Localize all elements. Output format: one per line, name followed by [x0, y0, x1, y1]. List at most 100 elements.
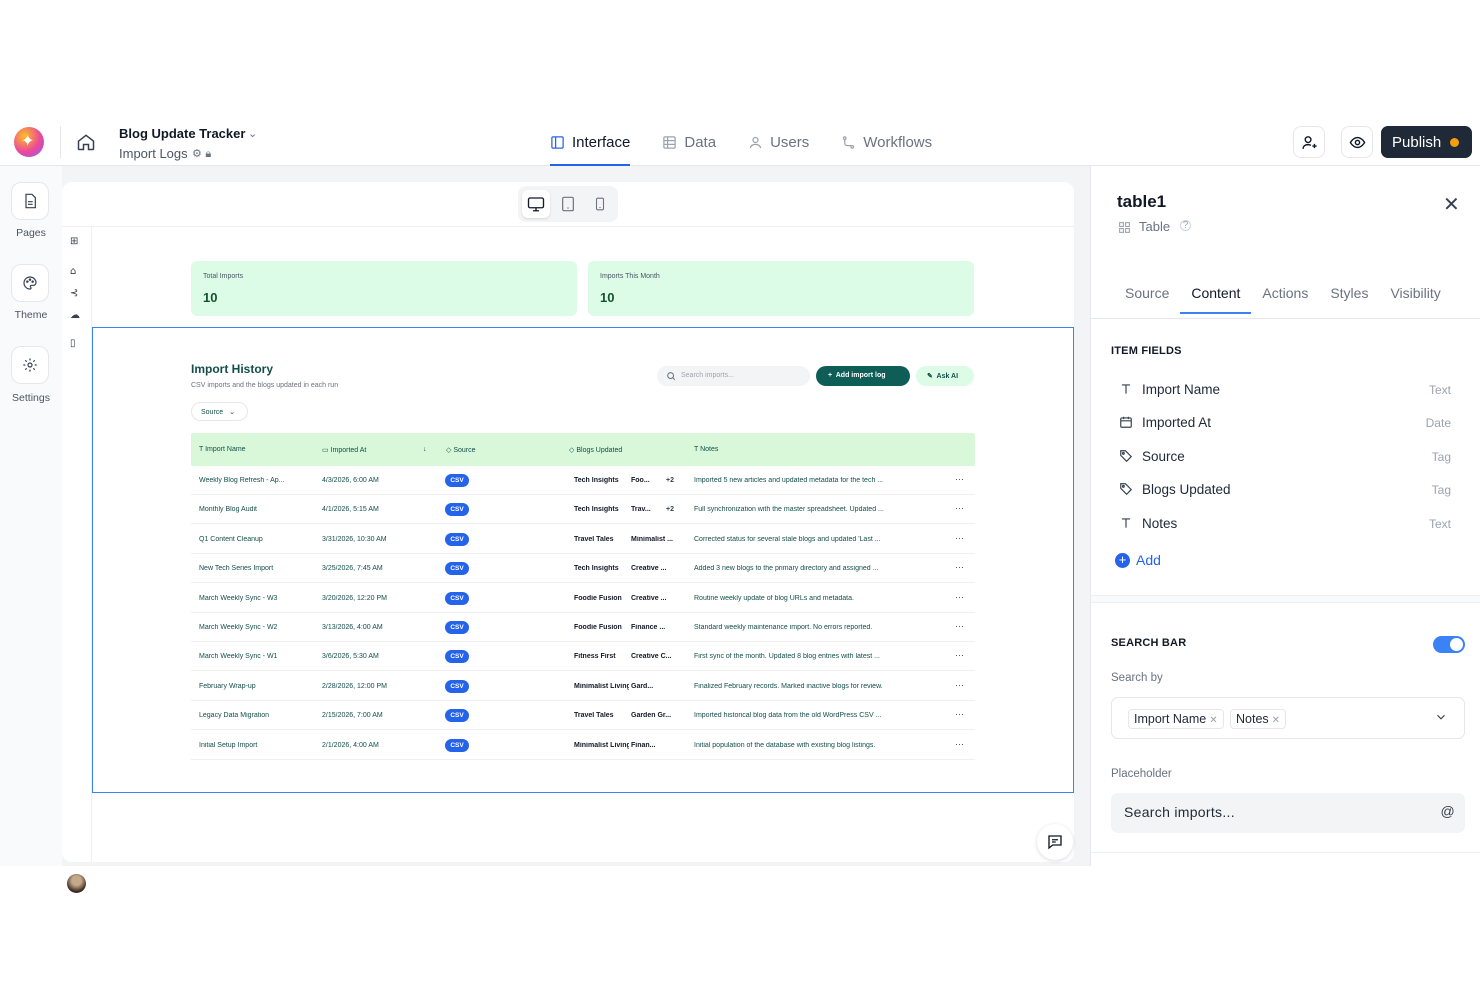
tab-actions[interactable]: Actions — [1251, 270, 1319, 314]
stat-card-total-imports: Total Imports 10 — [191, 261, 577, 316]
column-header-notes[interactable]: T Notes — [694, 446, 718, 453]
table-row[interactable]: New Tech Series Import 3/25/2026, 7:45 AM… — [191, 554, 975, 584]
column-header-blogs-updated[interactable]: ◇ Blogs Updated — [569, 446, 622, 454]
stat-value: 10 — [203, 290, 218, 305]
tablet-view-button[interactable] — [554, 190, 582, 218]
ask-ai-button[interactable]: ✎ Ask AI — [916, 366, 974, 386]
help-icon[interactable]: ? — [1180, 220, 1191, 231]
page-name[interactable]: Import Logs — [119, 146, 188, 161]
home-icon[interactable] — [76, 132, 98, 154]
table-row[interactable]: March Weekly Sync - W1 3/6/2026, 5:30 AM C… — [191, 642, 975, 672]
blog-tag: Finan... — [631, 741, 656, 749]
table-row[interactable]: Legacy Data Migration 2/15/2026, 7:00 AM C… — [191, 701, 975, 731]
more-options-icon[interactable]: ··· — [955, 621, 964, 631]
search-bar-toggle[interactable] — [1433, 636, 1465, 653]
item-fields-heading: ITEM FIELDS — [1111, 345, 1182, 357]
chip-label: Notes — [1236, 712, 1269, 726]
gear-icon[interactable]: ⚙ — [192, 147, 202, 160]
field-name: Imported At — [1142, 415, 1212, 430]
cell-import-name: Initial Setup Import — [199, 741, 258, 749]
app-name[interactable]: Blog Update Tracker — [119, 126, 245, 141]
tab-data[interactable]: Data — [662, 118, 716, 166]
at-icon[interactable]: @ — [1440, 803, 1455, 819]
stat-card-imports-this-month: Imports This Month 10 — [588, 261, 974, 316]
item-field-blogs-updated[interactable]: Blogs Updated Tag — [1119, 478, 1451, 502]
more-options-icon[interactable]: ··· — [955, 709, 964, 719]
table-row[interactable]: Monthly Blog Audit 4/1/2026, 5:15 AM CSV Te… — [191, 495, 975, 525]
source-filter[interactable]: Source ⌄ — [191, 402, 248, 421]
close-icon[interactable]: ✕ — [1443, 192, 1460, 217]
mobile-view-button[interactable] — [586, 190, 614, 218]
add-field-button[interactable]: + Add — [1115, 552, 1161, 568]
comments-button[interactable] — [1037, 824, 1073, 860]
panel-tabs: Source Content Actions Styles Visibility — [1114, 270, 1452, 314]
tab-visibility[interactable]: Visibility — [1379, 270, 1451, 314]
remove-icon[interactable]: ✕ — [1209, 715, 1217, 726]
table-search-input[interactable]: Search imports... — [657, 366, 810, 386]
item-field-notes[interactable]: Notes Text — [1119, 512, 1451, 536]
table-row[interactable]: February Wrap-up 2/28/2026, 12:00 PM CSV Mi… — [191, 672, 975, 701]
add-import-log-button[interactable]: + Add import log — [816, 366, 910, 386]
column-header-imported-at[interactable]: ▭ Imported At — [322, 446, 366, 454]
avatar[interactable] — [67, 874, 86, 893]
settings-button[interactable] — [11, 346, 49, 384]
tab-users[interactable]: Users — [748, 118, 809, 166]
more-options-icon[interactable]: ··· — [955, 562, 964, 572]
page-icon[interactable]: ▯ — [70, 338, 76, 349]
cell-notes: Initial population of the database with … — [694, 741, 876, 749]
component-type: Table — [1139, 219, 1171, 234]
cell-notes: Standard weekly maintenance import. No e… — [694, 624, 873, 631]
cell-imported-at: 3/20/2026, 12:20 PM — [322, 594, 387, 602]
column-header-import-name[interactable]: T Import Name — [199, 446, 246, 453]
tab-source[interactable]: Source — [1114, 270, 1180, 314]
mobile-icon — [595, 197, 605, 211]
more-options-icon[interactable]: ··· — [955, 503, 964, 513]
theme-button[interactable] — [11, 264, 49, 302]
more-options-icon[interactable]: ··· — [955, 680, 964, 690]
more-options-icon[interactable]: ··· — [955, 739, 964, 749]
invite-user-button[interactable] — [1293, 126, 1325, 158]
item-field-source[interactable]: Source Tag — [1119, 445, 1451, 469]
app-logo[interactable]: ✦ — [14, 127, 44, 157]
sort-desc-icon[interactable]: ↓ — [423, 446, 427, 453]
more-options-icon[interactable]: ··· — [955, 650, 964, 660]
grid-icon — [1119, 222, 1130, 233]
more-options-icon[interactable]: ··· — [955, 474, 964, 484]
upload-cloud-icon[interactable]: ☁ — [70, 310, 80, 321]
desktop-view-button[interactable] — [522, 190, 550, 218]
tab-styles[interactable]: Styles — [1319, 270, 1379, 314]
cell-notes: Corrected status for several stale blogs… — [694, 535, 881, 543]
tab-workflows[interactable]: Workflows — [841, 118, 932, 166]
item-field-imported-at[interactable]: Imported At Date — [1119, 411, 1451, 435]
field-type: Date — [1425, 416, 1451, 430]
properties-panel: table1 ✕ Table ? Source Content Actions … — [1090, 166, 1480, 866]
rss-icon[interactable]: ⊰ — [70, 288, 78, 299]
preview-button[interactable] — [1341, 126, 1373, 158]
sparkle-icon: ✎ — [927, 373, 933, 380]
cell-imported-at: 4/3/2026, 6:00 AM — [322, 477, 379, 484]
more-options-icon[interactable]: ··· — [955, 592, 964, 602]
table-row[interactable]: March Weekly Sync - W3 3/20/2026, 12:20 P… — [191, 584, 975, 613]
cell-import-name: March Weekly Sync - W2 — [199, 624, 278, 631]
chevron-down-icon[interactable]: ⌄ — [248, 127, 257, 140]
column-header-source[interactable]: ◇ Source — [446, 446, 476, 454]
plus-square-icon[interactable]: ⊞ — [70, 236, 78, 247]
remove-icon[interactable]: ✕ — [1272, 715, 1280, 726]
publish-button[interactable]: Publish — [1381, 126, 1472, 158]
left-rail: Pages Theme Settings — [0, 166, 62, 866]
search-by-select[interactable]: Import Name ✕ Notes ✕ — [1111, 697, 1465, 739]
tab-interface[interactable]: Interface — [550, 118, 631, 166]
tab-content[interactable]: Content — [1180, 270, 1252, 314]
table-row[interactable]: Weekly Blog Refresh - Ap... 4/3/2026, 6:0… — [191, 466, 975, 495]
placeholder-input[interactable]: Search imports... @ — [1111, 793, 1465, 833]
main-nav-tabs: Interface Data Users Workflows — [550, 118, 932, 166]
tag-icon — [1119, 482, 1133, 501]
table-row[interactable]: Q1 Content Cleanup 3/31/2026, 10:30 AM CSV… — [191, 525, 975, 554]
more-options-icon[interactable]: ··· — [955, 533, 964, 543]
table-row[interactable]: Initial Setup Import 2/1/2026, 4:00 AM CSV… — [191, 731, 975, 760]
pages-button[interactable] — [11, 182, 49, 220]
home-icon[interactable]: ⌂ — [70, 266, 76, 277]
table-row[interactable]: March Weekly Sync - W2 3/13/2026, 4:00 AM… — [191, 613, 975, 642]
page-settings-lock-icons: ⚙ 🔒︎ — [192, 147, 211, 161]
item-field-import-name[interactable]: Import Name Text — [1119, 378, 1451, 402]
